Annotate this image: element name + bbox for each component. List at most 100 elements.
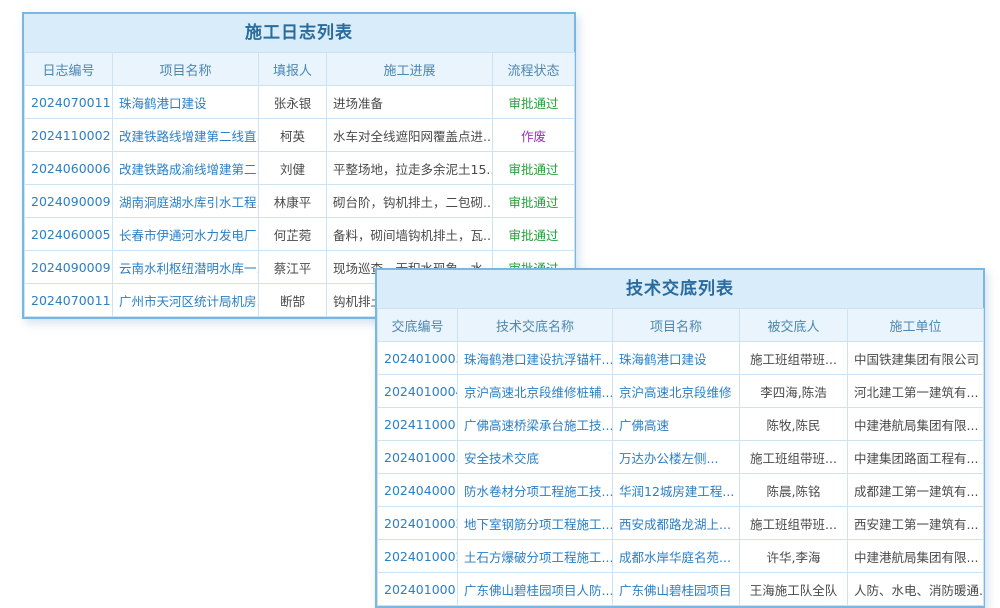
log-project-cell[interactable]: 湖南洞庭湖水库引水工程...	[113, 185, 259, 218]
disclosure-table-header-row: 交底编号 技术交底名称 项目名称 被交底人 施工单位	[378, 309, 984, 342]
disclosure-col-header-person: 被交底人	[740, 309, 848, 342]
log-reporter-cell: 何芷菀	[259, 218, 327, 251]
disclosure-person-cell: 陈晨,陈铭	[740, 474, 848, 507]
log-status-cell: 审批通过	[493, 218, 575, 251]
disclosure-unit-cell: 中建港航局集团有限...	[848, 408, 984, 441]
disclosure-id-cell[interactable]: 2024010002	[378, 507, 458, 540]
table-row: 2024010003珠海鹤港口建设抗浮锚杆...珠海鹤港口建设施工班组带班...…	[378, 342, 984, 375]
log-project-cell[interactable]: 改建铁路线增建第二线直...	[113, 119, 259, 152]
disclosure-project-cell[interactable]: 珠海鹤港口建设	[613, 342, 740, 375]
disclosure-id-cell[interactable]: 2024010004	[378, 375, 458, 408]
table-row: 2024070011珠海鹤港口建设张永银进场准备审批通过	[25, 86, 575, 119]
log-reporter-cell: 断郜	[259, 284, 327, 317]
disclosure-project-cell[interactable]: 成都水岸华庭名苑...	[613, 540, 740, 573]
disclosure-unit-cell: 中建集团路面工程有...	[848, 441, 984, 474]
disclosure-unit-cell: 河北建工第一建筑有...	[848, 375, 984, 408]
table-row: 2024110001广佛高速桥梁承台施工技...广佛高速陈牧,陈民中建港航局集团…	[378, 408, 984, 441]
technical-disclosure-title: 技术交底列表	[377, 270, 983, 308]
log-reporter-cell: 刘健	[259, 152, 327, 185]
disclosure-name-cell[interactable]: 防水卷材分项工程施工技...	[458, 474, 613, 507]
log-project-cell[interactable]: 长春市伊通河水力发电厂...	[113, 218, 259, 251]
disclosure-id-cell[interactable]: 2024010003	[378, 342, 458, 375]
table-row: 2024110002改建铁路线增建第二线直...柯英水车对全线遮阳网覆盖点进..…	[25, 119, 575, 152]
disclosure-name-cell[interactable]: 广东佛山碧桂园项目人防...	[458, 573, 613, 606]
disclosure-col-header-unit: 施工单位	[848, 309, 984, 342]
disclosure-name-cell[interactable]: 京沪高速北京段维修桩辅...	[458, 375, 613, 408]
disclosure-project-cell[interactable]: 西安成都路龙湖上...	[613, 507, 740, 540]
disclosure-unit-cell: 成都建工第一建筑有...	[848, 474, 984, 507]
disclosure-col-header-id: 交底编号	[378, 309, 458, 342]
table-row: 2024060006改建铁路成渝线增建第二...刘健平整场地，拉走多余泥土15.…	[25, 152, 575, 185]
disclosure-project-cell[interactable]: 广东佛山碧桂园项目	[613, 573, 740, 606]
log-progress-cell: 砌台阶，钩机排土，二包砌...	[327, 185, 493, 218]
table-row: 2024010004京沪高速北京段维修桩辅...京沪高速北京段维修李四海,陈浩河…	[378, 375, 984, 408]
disclosure-name-cell[interactable]: 安全技术交底	[458, 441, 613, 474]
log-id-cell[interactable]: 2024090009	[25, 251, 113, 284]
technical-disclosure-panel: 技术交底列表 交底编号 技术交底名称 项目名称 被交底人 施工单位 202401…	[375, 268, 985, 608]
disclosure-id-cell[interactable]: 2024040001	[378, 474, 458, 507]
log-col-header-project: 项目名称	[113, 53, 259, 86]
log-project-cell[interactable]: 改建铁路成渝线增建第二...	[113, 152, 259, 185]
log-progress-cell: 平整场地，拉走多余泥土15...	[327, 152, 493, 185]
disclosure-project-cell[interactable]: 华润12城房建工程...	[613, 474, 740, 507]
disclosure-unit-cell: 人防、水电、消防暖通...	[848, 573, 984, 606]
log-project-cell[interactable]: 珠海鹤港口建设	[113, 86, 259, 119]
disclosure-name-cell[interactable]: 地下室钢筋分项工程施工...	[458, 507, 613, 540]
table-row: 2024060005长春市伊通河水力发电厂...何芷菀备料，砌间墙钩机排土，瓦.…	[25, 218, 575, 251]
log-id-cell[interactable]: 2024090009	[25, 185, 113, 218]
log-status-cell: 审批通过	[493, 152, 575, 185]
log-project-cell[interactable]: 广州市天河区统计局机房...	[113, 284, 259, 317]
log-project-cell[interactable]: 云南水利枢纽潜明水库一...	[113, 251, 259, 284]
log-id-cell[interactable]: 2024070011	[25, 86, 113, 119]
log-reporter-cell: 张永银	[259, 86, 327, 119]
construction-log-title: 施工日志列表	[24, 14, 574, 52]
disclosure-person-cell: 施工班组带班...	[740, 507, 848, 540]
disclosure-person-cell: 施工班组带班...	[740, 441, 848, 474]
disclosure-person-cell: 许华,李海	[740, 540, 848, 573]
disclosure-name-cell[interactable]: 土石方爆破分项工程施工...	[458, 540, 613, 573]
disclosure-person-cell: 陈牧,陈民	[740, 408, 848, 441]
disclosure-project-cell[interactable]: 广佛高速	[613, 408, 740, 441]
table-row: 2024010001广东佛山碧桂园项目人防...广东佛山碧桂园项目王海施工队全队…	[378, 573, 984, 606]
disclosure-person-cell: 施工班组带班...	[740, 342, 848, 375]
disclosure-name-cell[interactable]: 珠海鹤港口建设抗浮锚杆...	[458, 342, 613, 375]
disclosure-person-cell: 李四海,陈浩	[740, 375, 848, 408]
disclosure-person-cell: 王海施工队全队	[740, 573, 848, 606]
disclosure-id-cell[interactable]: 2024010001	[378, 573, 458, 606]
log-reporter-cell: 蔡江平	[259, 251, 327, 284]
disclosure-unit-cell: 中国铁建集团有限公司	[848, 342, 984, 375]
log-progress-cell: 备料，砌间墙钩机排土，瓦...	[327, 218, 493, 251]
table-row: 2024010002土石方爆破分项工程施工...成都水岸华庭名苑...许华,李海…	[378, 540, 984, 573]
log-id-cell[interactable]: 2024110002	[25, 119, 113, 152]
log-id-cell[interactable]: 2024060005	[25, 218, 113, 251]
disclosure-id-cell[interactable]: 2024010002	[378, 540, 458, 573]
log-progress-cell: 水车对全线遮阳网覆盖点进...	[327, 119, 493, 152]
disclosure-unit-cell: 西安建工第一建筑有...	[848, 507, 984, 540]
table-row: 2024090009湖南洞庭湖水库引水工程...林康平砌台阶，钩机排土，二包砌.…	[25, 185, 575, 218]
disclosure-project-cell[interactable]: 京沪高速北京段维修	[613, 375, 740, 408]
log-col-header-progress: 施工进展	[327, 53, 493, 86]
log-status-cell: 审批通过	[493, 86, 575, 119]
log-col-header-status: 流程状态	[493, 53, 575, 86]
disclosure-id-cell[interactable]: 2024010003	[378, 441, 458, 474]
disclosure-id-cell[interactable]: 2024110001	[378, 408, 458, 441]
log-status-cell: 作废	[493, 119, 575, 152]
log-status-cell: 审批通过	[493, 185, 575, 218]
table-row: 2024040001防水卷材分项工程施工技...华润12城房建工程...陈晨,陈…	[378, 474, 984, 507]
log-id-cell[interactable]: 2024070011	[25, 284, 113, 317]
disclosure-table-body: 2024010003珠海鹤港口建设抗浮锚杆...珠海鹤港口建设施工班组带班...…	[378, 342, 984, 606]
disclosure-unit-cell: 中建港航局集团有限...	[848, 540, 984, 573]
disclosure-name-cell[interactable]: 广佛高速桥梁承台施工技...	[458, 408, 613, 441]
log-col-header-reporter: 填报人	[259, 53, 327, 86]
disclosure-col-header-project: 项目名称	[613, 309, 740, 342]
log-id-cell[interactable]: 2024060006	[25, 152, 113, 185]
log-reporter-cell: 柯英	[259, 119, 327, 152]
table-row: 2024010003安全技术交底万达办公楼左侧...施工班组带班...中建集团路…	[378, 441, 984, 474]
log-reporter-cell: 林康平	[259, 185, 327, 218]
disclosure-col-header-name: 技术交底名称	[458, 309, 613, 342]
log-col-header-id: 日志编号	[25, 53, 113, 86]
disclosure-project-cell[interactable]: 万达办公楼左侧...	[613, 441, 740, 474]
log-table-header-row: 日志编号 项目名称 填报人 施工进展 流程状态	[25, 53, 575, 86]
table-row: 2024010002地下室钢筋分项工程施工...西安成都路龙湖上...施工班组带…	[378, 507, 984, 540]
log-progress-cell: 进场准备	[327, 86, 493, 119]
